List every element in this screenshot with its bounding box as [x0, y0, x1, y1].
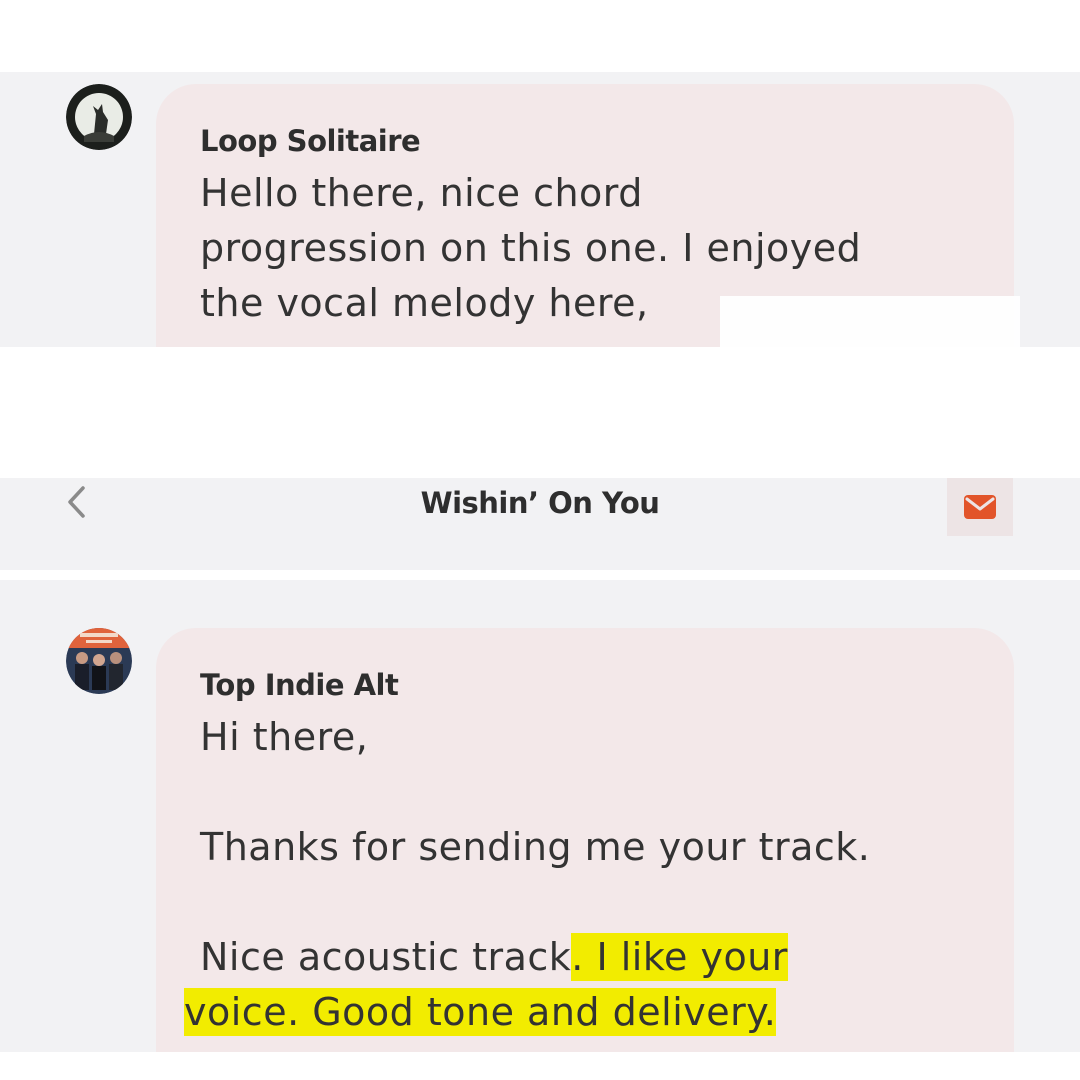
- message-line: voice. Good tone and delivery.: [184, 985, 974, 1040]
- nav-bar: Wishin’ On You: [0, 478, 1080, 570]
- message-line: Nice acoustic track. I like your: [200, 930, 974, 985]
- highlighted-text: . I like your: [571, 933, 788, 981]
- message-line: Hello there, nice chord: [200, 171, 643, 215]
- band-photo-icon: [66, 628, 132, 694]
- envelope-icon: [964, 495, 996, 519]
- page-title: Wishin’ On You: [420, 486, 660, 520]
- sender-name[interactable]: Loop Solitaire: [200, 124, 974, 158]
- bottom-comment-panel: Top Indie Alt Hi there, Thanks for sendi…: [0, 580, 1080, 1052]
- message-thanks: Thanks for sending me your track.: [200, 825, 871, 869]
- message-text: Nice acoustic track: [200, 935, 572, 979]
- bottom-comment-bubble: Top Indie Alt Hi there, Thanks for sendi…: [156, 628, 1014, 1052]
- sender-name[interactable]: Top Indie Alt: [200, 668, 974, 702]
- erased-text-overlay: [720, 296, 1020, 347]
- message-line: progression on this one. I enjoyed: [200, 226, 862, 270]
- top-comment-panel: Loop Solitaire Hello there, nice chord p…: [0, 72, 1080, 347]
- mail-button[interactable]: [947, 478, 1013, 536]
- wolf-howling-icon: [66, 84, 132, 150]
- highlighted-text: voice. Good tone and delivery.: [184, 988, 777, 1036]
- message-greeting: Hi there,: [200, 715, 369, 759]
- top-indie-alt-avatar[interactable]: [66, 628, 132, 694]
- screenshot-canvas: Loop Solitaire Hello there, nice chord p…: [0, 0, 1080, 1080]
- loop-solitaire-avatar[interactable]: [66, 84, 132, 150]
